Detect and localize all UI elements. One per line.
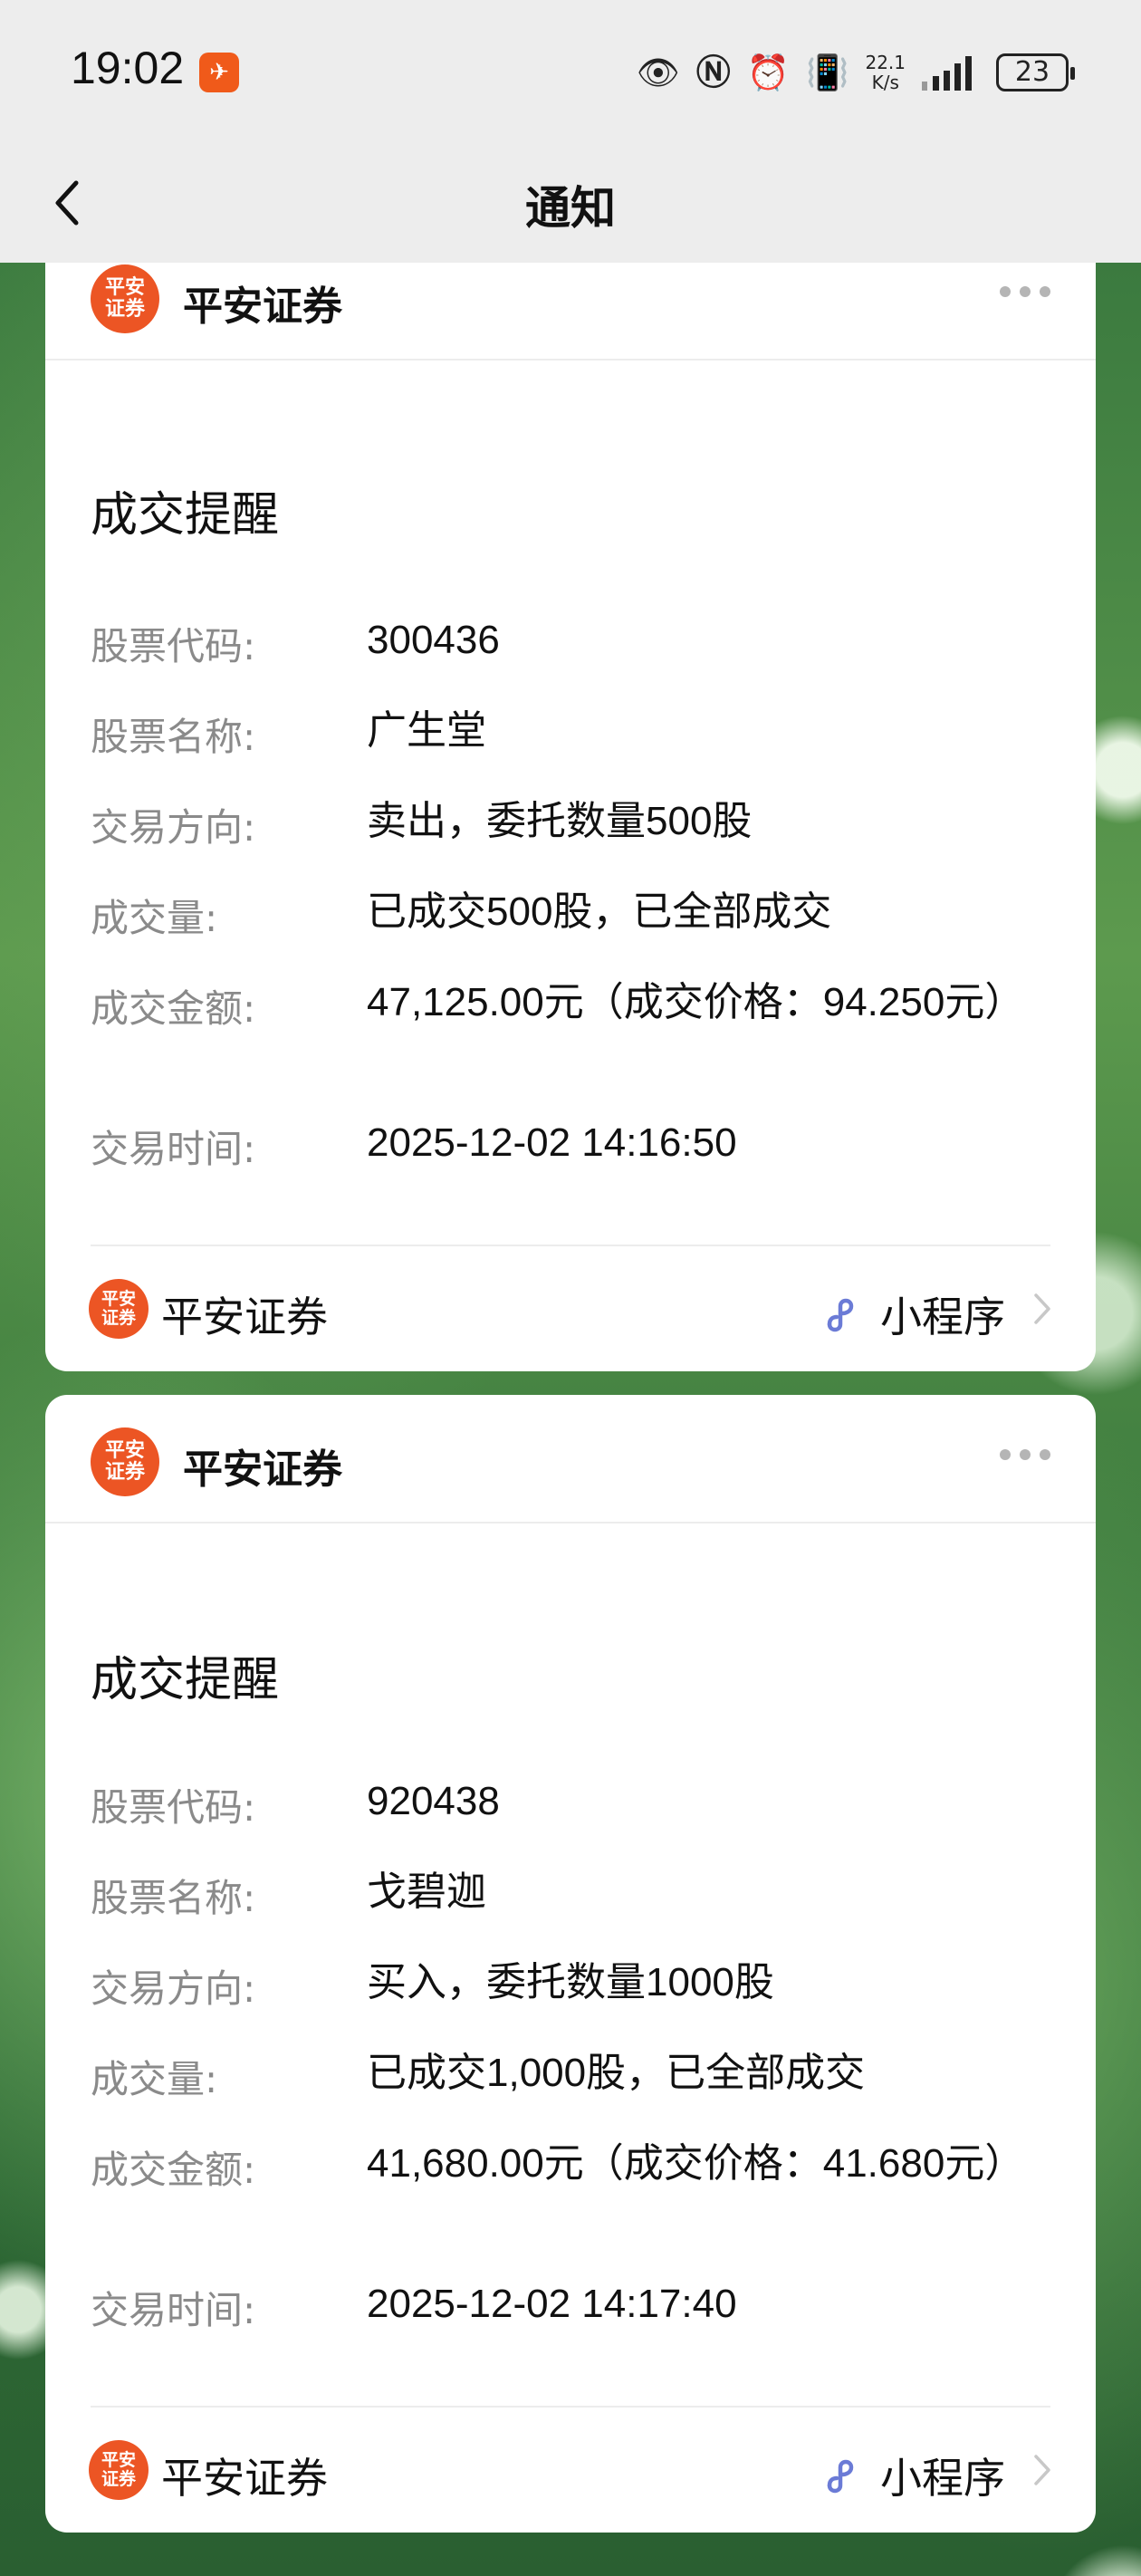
row-value: 已成交1,000股，已全部成交 <box>367 2051 866 2095</box>
logo-text-bottom: 证券 <box>101 1308 136 1328</box>
page-title: 通知 <box>525 182 616 235</box>
pingan-logo-icon: 平安 证券 <box>89 2440 149 2500</box>
mini-program-link[interactable]: 小程序 <box>820 1284 1005 1344</box>
more-options-icon[interactable] <box>1000 286 1050 297</box>
row-label: 股票名称: <box>91 715 256 759</box>
logo-text-top: 平安 <box>101 2450 136 2470</box>
more-options-icon[interactable] <box>1000 1449 1050 1460</box>
eye-icon: 👁 <box>636 53 680 92</box>
footer-source-name: 平安证券 <box>161 1293 328 1341</box>
logo-text-top: 平安 <box>101 1289 136 1309</box>
mini-program-icon <box>827 2459 854 2494</box>
row-label: 成交量: <box>91 2057 218 2101</box>
card-header: 平安 证券 平安证券 <box>45 263 1096 360</box>
footer-divider <box>91 2406 1050 2408</box>
row-label: 成交金额: <box>91 986 256 1031</box>
row-label: 股票代码: <box>91 1785 256 1830</box>
footer-source-name: 平安证券 <box>161 2454 328 2503</box>
chevron-right-icon <box>1034 2455 1050 2485</box>
pingan-logo-icon: 平安 证券 <box>91 1427 159 1496</box>
alarm-icon: ⏰ <box>746 53 791 92</box>
logo-text-bottom: 证券 <box>101 2469 136 2489</box>
status-icons: 👁 Ⓝ ⏰ 📳 22.1 K/s 23 <box>636 47 1075 98</box>
row-label: 交易方向: <box>91 805 256 850</box>
row-value: 47,125.00元（成交价格：94.250元） <box>367 980 1025 1024</box>
mini-program-icon <box>827 1298 854 1332</box>
card-title: 成交提醒 <box>91 488 280 543</box>
network-speed-unit: K/s <box>871 72 899 93</box>
mini-program-label: 小程序 <box>880 1293 1005 1341</box>
row-label: 交易方向: <box>91 1966 256 2011</box>
row-label: 交易时间: <box>91 1127 256 1171</box>
status-time: 19:02 <box>71 43 185 93</box>
card-title: 成交提醒 <box>91 1653 280 1707</box>
vibrate-icon: 📳 <box>806 53 849 92</box>
notification-card[interactable]: 平安 证券 平安证券 成交提醒 股票代码: 920438 股票名称: 戈碧迦 交… <box>45 1395 1096 2533</box>
pingan-logo-icon: 平安 证券 <box>91 264 159 333</box>
logo-text-bottom: 证券 <box>104 1461 145 1484</box>
logo-text-bottom: 证券 <box>104 298 145 321</box>
row-value: 买入，委托数量1000股 <box>367 1960 774 2004</box>
chevron-right-icon <box>1034 1293 1050 1324</box>
row-value: 已成交500股，已全部成交 <box>367 889 832 934</box>
row-value: 戈碧迦 <box>367 1870 486 1914</box>
row-value: 2025-12-02 14:17:40 <box>367 2282 737 2326</box>
row-label: 成交量: <box>91 896 218 940</box>
nfc-icon: Ⓝ <box>695 53 731 92</box>
row-value: 卖出，委托数量500股 <box>367 799 753 843</box>
row-value: 2025-12-02 14:16:50 <box>367 1120 737 1165</box>
card-header: 平安 证券 平安证券 <box>45 1395 1096 1523</box>
row-value: 300436 <box>367 618 500 662</box>
notification-card[interactable]: 平安 证券 平安证券 成交提醒 股票代码: 300436 股票名称: 广生堂 交… <box>45 263 1096 1371</box>
row-label: 股票名称: <box>91 1876 256 1920</box>
status-bar: 19:02 ✈ 👁 Ⓝ ⏰ 📳 22.1 K/s 23 <box>0 0 1141 145</box>
mini-program-label: 小程序 <box>880 2454 1005 2503</box>
card-source-name: 平安证券 <box>183 1447 342 1493</box>
row-value: 广生堂 <box>367 708 486 753</box>
row-label: 股票代码: <box>91 624 256 668</box>
row-label: 成交金额: <box>91 2148 256 2192</box>
logo-text-top: 平安 <box>104 1439 145 1462</box>
footer-divider <box>91 1245 1050 1246</box>
feishu-icon: ✈ <box>199 53 239 92</box>
signal-icon <box>922 56 972 91</box>
row-value: 920438 <box>367 1779 500 1823</box>
logo-text-top: 平安 <box>104 276 145 299</box>
network-speed-value: 22.1 <box>865 52 906 73</box>
card-source-name: 平安证券 <box>183 284 342 330</box>
mini-program-link[interactable]: 小程序 <box>820 2446 1005 2505</box>
row-label: 交易时间: <box>91 2288 256 2332</box>
battery-indicator: 23 <box>996 53 1075 91</box>
row-value: 41,680.00元（成交价格：41.680元） <box>367 2141 1025 2186</box>
nav-bar: 通知 <box>0 145 1141 263</box>
network-speed: 22.1 K/s <box>865 53 906 92</box>
pingan-logo-icon: 平安 证券 <box>89 1279 149 1339</box>
